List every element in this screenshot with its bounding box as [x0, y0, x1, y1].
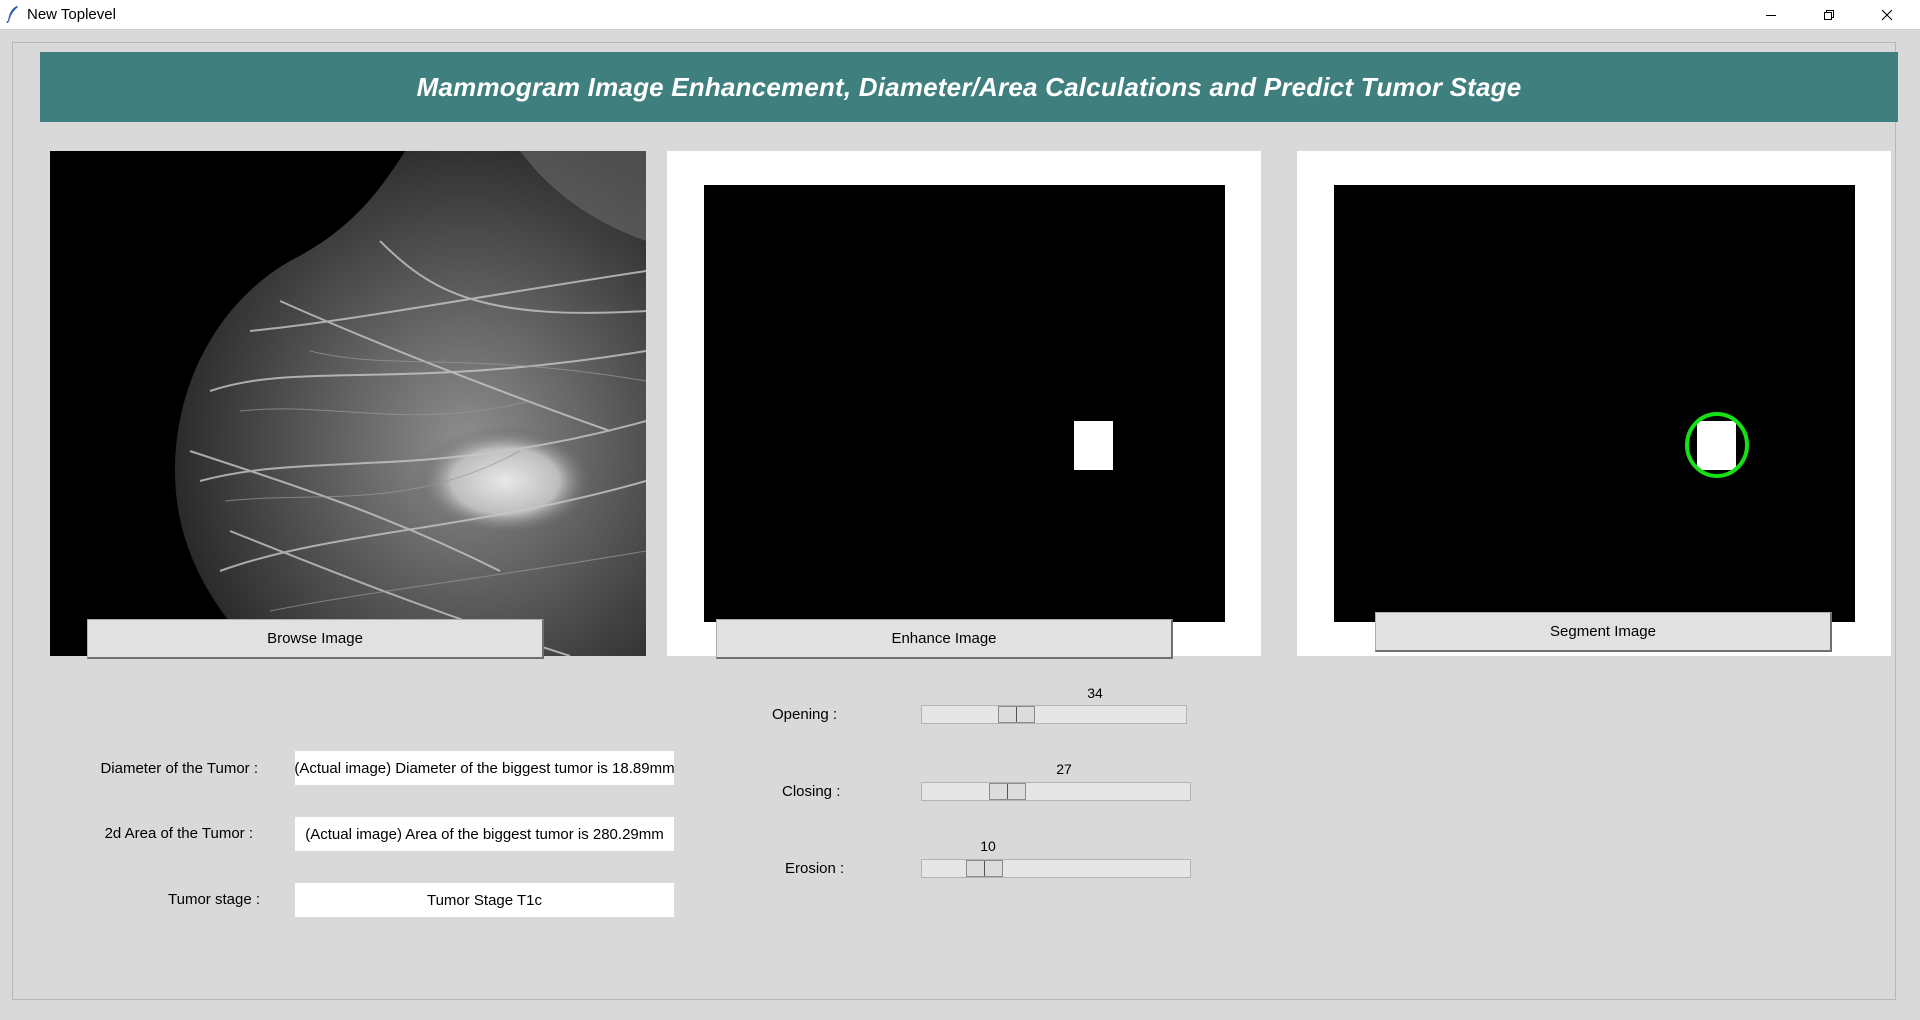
- original-image-panel: [50, 151, 646, 656]
- page-title: Mammogram Image Enhancement, Diameter/Ar…: [40, 52, 1898, 122]
- close-icon: [1881, 9, 1893, 20]
- tumor-outline-circle: [1685, 412, 1749, 478]
- enhanced-image-panel: [667, 151, 1261, 656]
- closing-label: Closing :: [782, 783, 841, 800]
- segmented-image-panel: [1297, 151, 1891, 656]
- window-titlebar: New Toplevel: [0, 0, 1920, 30]
- tumor-stage-label: Tumor stage :: [168, 891, 260, 908]
- opening-value: 34: [1087, 685, 1103, 701]
- erosion-value: 10: [980, 838, 996, 854]
- enhanced-image: [704, 185, 1225, 622]
- opening-label: Opening :: [772, 706, 838, 723]
- area-label: 2d Area of the Tumor :: [104, 825, 253, 842]
- tumor-region: [1074, 421, 1113, 470]
- segment-image-button[interactable]: Segment Image: [1375, 612, 1832, 652]
- erosion-slider-thumb[interactable]: [966, 860, 1003, 877]
- close-button[interactable]: [1858, 0, 1916, 29]
- minimize-button[interactable]: [1742, 0, 1800, 29]
- closing-slider[interactable]: [921, 782, 1191, 801]
- closing-slider-thumb[interactable]: [989, 783, 1026, 800]
- minimize-icon: [1766, 14, 1776, 16]
- erosion-slider[interactable]: [921, 859, 1191, 878]
- restore-icon: [1824, 9, 1834, 20]
- browse-image-button[interactable]: Browse Image: [87, 619, 544, 659]
- opening-slider-thumb[interactable]: [998, 706, 1035, 723]
- diameter-label: Diameter of the Tumor :: [100, 760, 258, 777]
- enhance-image-button[interactable]: Enhance Image: [716, 619, 1173, 659]
- feather-icon: [6, 6, 18, 23]
- erosion-label: Erosion :: [785, 860, 845, 877]
- restore-button[interactable]: [1800, 0, 1858, 29]
- segmented-image: [1334, 185, 1855, 622]
- diameter-value: (Actual image) Diameter of the biggest t…: [295, 751, 674, 785]
- window-title: New Toplevel: [27, 6, 116, 23]
- opening-slider[interactable]: [921, 705, 1187, 724]
- mammogram-image: [50, 151, 646, 656]
- closing-value: 27: [1056, 761, 1072, 777]
- tumor-stage-value: Tumor Stage T1c: [295, 883, 674, 917]
- area-value: (Actual image) Area of the biggest tumor…: [295, 817, 674, 851]
